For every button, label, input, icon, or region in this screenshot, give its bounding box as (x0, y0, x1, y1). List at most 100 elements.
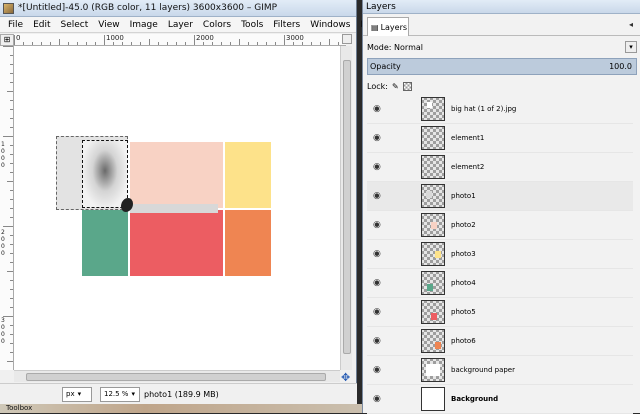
layer-row-background[interactable]: ◉ Background (367, 385, 633, 414)
ruler-tick (7, 271, 13, 272)
ruler-tick (185, 42, 186, 45)
vertical-scroll-thumb[interactable] (343, 60, 351, 354)
teal-photo-block (82, 210, 128, 276)
eye-icon[interactable]: ◉ (373, 162, 385, 172)
ruler-tick (239, 39, 240, 45)
layer-row-photo5[interactable]: ◉ photo5 (367, 298, 633, 327)
eye-icon[interactable]: ◉ (373, 307, 385, 317)
thumbnail-content (426, 364, 440, 376)
ruler-tick (10, 190, 13, 191)
lock-row: Lock: ✎ (367, 80, 412, 92)
ruler-tick (7, 361, 13, 362)
eye-icon[interactable]: ◉ (373, 336, 385, 346)
ruler-tick (203, 42, 204, 45)
thumbnail-content (431, 222, 437, 229)
layer-row-big-hat[interactable]: ◉ big hat (1 of 2).jpg (367, 95, 633, 124)
opacity-slider[interactable]: Opacity 100.0 (367, 58, 637, 75)
layer-row-background-paper[interactable]: ◉ background paper (367, 356, 633, 385)
layer-row-photo2[interactable]: ◉ photo2 (367, 211, 633, 240)
layer-thumbnail (421, 329, 445, 353)
menu-windows[interactable]: Windows (305, 20, 355, 30)
horizontal-scrollbar[interactable] (14, 370, 340, 382)
thumbnail-content (427, 284, 433, 291)
ruler-tick (10, 145, 13, 146)
layer-row-photo6[interactable]: ◉ photo6 (367, 327, 633, 356)
image-canvas[interactable] (14, 46, 340, 370)
layer-row-photo3[interactable]: ◉ photo3 (367, 240, 633, 269)
ruler-tick (95, 42, 96, 45)
tab-layers[interactable]: ▤ Layers (367, 17, 409, 36)
ruler-tick (338, 42, 339, 45)
vruler-digit: 0 (1, 162, 5, 169)
menu-view[interactable]: View (93, 20, 124, 30)
horizontal-scroll-thumb[interactable] (26, 373, 326, 381)
layer-thumbnail (421, 242, 445, 266)
ruler-tick (10, 208, 13, 209)
unit-value: px (66, 390, 75, 398)
vruler-digit: 0 (1, 338, 5, 345)
menu-select[interactable]: Select (56, 20, 94, 30)
layer-row-element2[interactable]: ◉ element2 (367, 153, 633, 182)
layer-name: photo4 (451, 279, 476, 287)
layer-name: element2 (451, 163, 485, 171)
ruler-tick (104, 35, 105, 45)
lock-alpha-icon[interactable] (402, 81, 412, 91)
ruler-tick (41, 42, 42, 45)
ruler-tick (311, 42, 312, 45)
tab-menu-icon[interactable]: ◂ (626, 20, 636, 30)
menu-file[interactable]: File (3, 20, 28, 30)
ruler-tick (10, 334, 13, 335)
ruler-tick (176, 42, 177, 45)
thumbnail-content (426, 191, 432, 198)
eye-icon[interactable]: ◉ (373, 394, 385, 404)
status-message: photo1 (189.9 MB) (144, 389, 219, 399)
zoom-on-resize-button[interactable] (342, 34, 352, 44)
eye-icon[interactable]: ◉ (373, 104, 385, 114)
menu-colors[interactable]: Colors (198, 20, 236, 30)
menu-filters[interactable]: Filters (268, 20, 305, 30)
ruler-label-0: 0 (16, 34, 21, 42)
eye-icon[interactable]: ◉ (373, 220, 385, 230)
photo1-image[interactable] (82, 140, 128, 208)
quick-mask-toggle[interactable]: ⊞ (0, 34, 14, 46)
menu-layer[interactable]: Layer (163, 20, 198, 30)
ruler-tick (293, 42, 294, 45)
ruler-label-1000: 1000 (106, 34, 124, 42)
chevron-down-icon[interactable]: ▾ (625, 41, 637, 53)
eye-icon[interactable]: ◉ (373, 278, 385, 288)
zoom-select[interactable]: 12.5 % ▾ (100, 386, 140, 402)
layer-thumbnail (421, 97, 445, 121)
layer-row-element1[interactable]: ◉ element1 (367, 124, 633, 153)
unit-select[interactable]: px ▾ (62, 386, 92, 402)
ruler-tick (10, 298, 13, 299)
yellow-photo-block (225, 142, 271, 208)
ruler-tick (59, 39, 60, 45)
ruler-tick (14, 35, 15, 45)
ruler-tick (302, 42, 303, 45)
ruler-tick (3, 226, 13, 227)
ruler-tick (23, 42, 24, 45)
ruler-tick (248, 42, 249, 45)
gimp-app-icon (3, 2, 14, 14)
eye-icon[interactable]: ◉ (373, 365, 385, 375)
layer-name: photo6 (451, 337, 476, 345)
lock-pixels-brush-icon[interactable]: ✎ (392, 82, 399, 91)
menubar: File Edit Select View Image Layer Colors… (0, 17, 381, 33)
mode-select[interactable]: Mode: Normal ▾ (367, 40, 637, 55)
menu-tools[interactable]: Tools (236, 20, 268, 30)
eye-icon[interactable]: ◉ (373, 191, 385, 201)
eye-icon[interactable]: ◉ (373, 133, 385, 143)
ruler-tick (10, 325, 13, 326)
ruler-tick (7, 91, 13, 92)
layer-row-photo4[interactable]: ◉ photo4 (367, 269, 633, 298)
thumbnail-content (435, 342, 441, 349)
layer-name: photo5 (451, 308, 476, 316)
menu-edit[interactable]: Edit (28, 20, 55, 30)
menu-image[interactable]: Image (125, 20, 163, 30)
eye-icon[interactable]: ◉ (373, 249, 385, 259)
vertical-scrollbar[interactable] (340, 46, 352, 370)
ruler-tick (10, 55, 13, 56)
layer-row-photo1[interactable]: ◉ photo1 (367, 182, 633, 211)
ruler-tick (122, 42, 123, 45)
toolbox-window-label[interactable]: Toolbox (6, 404, 32, 412)
